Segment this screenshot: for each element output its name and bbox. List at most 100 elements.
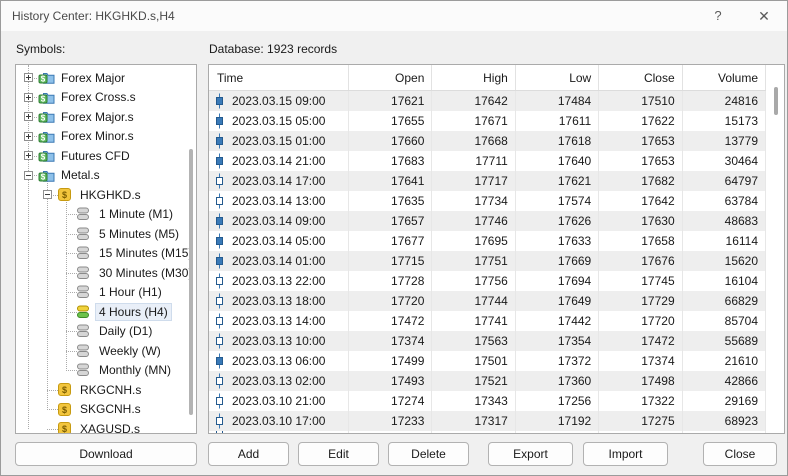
cell-high: 17501 — [432, 351, 515, 371]
export-button[interactable]: Export — [488, 442, 573, 466]
expand-icon[interactable] — [24, 93, 33, 102]
window-title: History Center: HKGHKD.s,H4 — [12, 9, 175, 23]
column-header-volume[interactable]: Volume — [683, 65, 766, 90]
cell-close: 17720 — [599, 311, 682, 331]
column-header-time[interactable]: Time — [209, 65, 349, 90]
cell-time: 2023.03.13 06:00 — [209, 351, 349, 371]
cell-volume: 29169 — [683, 391, 766, 411]
cell-volume: 21610 — [683, 351, 766, 371]
symbols-label: Symbols: — [16, 42, 65, 56]
table-row[interactable]: 2023.03.13 14:00174721774117442177208570… — [209, 311, 766, 331]
expand-icon[interactable] — [24, 151, 33, 160]
cell-high: 17521 — [432, 371, 515, 391]
expand-icon[interactable] — [24, 132, 33, 141]
cell-close: 17472 — [599, 331, 682, 351]
cell-empty — [432, 431, 515, 433]
column-header-open[interactable]: Open — [349, 65, 432, 90]
cell-low: 17354 — [516, 331, 599, 351]
close-button[interactable]: Close — [703, 442, 777, 466]
tree-item-monthly-mn[interactable]: Monthly (MN) — [16, 361, 188, 381]
expand-icon[interactable] — [24, 112, 33, 121]
edit-button[interactable]: Edit — [298, 442, 379, 466]
time-value: 2023.03.14 01:00 — [232, 254, 325, 268]
tree-item-1-minute-m1[interactable]: 1 Minute (M1) — [16, 205, 188, 225]
table-row[interactable]: 2023.03.14 13:00176351773417574176426378… — [209, 191, 766, 211]
cell-volume: 55689 — [683, 331, 766, 351]
tree-item-5-minutes-m5[interactable]: 5 Minutes (M5) — [16, 224, 188, 244]
candle-bear-icon — [214, 233, 229, 249]
cell-open: 17657 — [349, 211, 432, 231]
cell-close: 17658 — [599, 231, 682, 251]
time-value: 2023.03.13 18:00 — [232, 294, 325, 308]
cell-high: 17741 — [432, 311, 515, 331]
cell-close: 17676 — [599, 251, 682, 271]
tree-item-30-minutes-m30[interactable]: 30 Minutes (M30) — [16, 263, 188, 283]
database-icon — [76, 324, 93, 339]
import-button[interactable]: Import — [583, 442, 668, 466]
tree-item-1-hour-h1[interactable]: 1 Hour (H1) — [16, 283, 188, 303]
table-row[interactable]: 2023.03.15 05:00176551767117611176221517… — [209, 111, 766, 131]
candle-bull-icon — [214, 293, 229, 309]
tree-item-daily-d1[interactable]: Daily (D1) — [16, 322, 188, 342]
collapse-icon[interactable] — [24, 171, 33, 180]
tree-item-rkgcnh-s[interactable]: $ RKGCNH.s — [16, 380, 188, 400]
cell-close: 17642 — [599, 191, 682, 211]
table-row[interactable]: 2023.03.13 18:00177201774417649177296682… — [209, 291, 766, 311]
tree-item-hkghkd-s[interactable]: $ HKGHKD.s — [16, 185, 188, 205]
delete-button[interactable]: Delete — [388, 442, 469, 466]
tree-item-forex-minor-s[interactable]: $ Forex Minor.s — [16, 127, 188, 147]
help-icon[interactable]: ? — [707, 6, 729, 26]
table-row[interactable]: 2023.03.15 01:00176601766817618176531377… — [209, 131, 766, 151]
collapse-icon[interactable] — [43, 190, 52, 199]
cell-volume: 15620 — [683, 251, 766, 271]
tree-item-label: 5 Minutes (M5) — [96, 226, 182, 242]
download-button[interactable]: Download — [15, 442, 197, 466]
cell-open: 17621 — [349, 91, 432, 111]
table-row[interactable]: 2023.03.14 05:00176771769517633176581611… — [209, 231, 766, 251]
table-row[interactable]: 2023.03.10 17:00172331731717192172756892… — [209, 411, 766, 431]
time-value: 2023.03.10 17:00 — [232, 414, 325, 428]
cell-high: 17671 — [432, 111, 515, 131]
expand-icon[interactable] — [24, 73, 33, 82]
tree-item-forex-major-s[interactable]: $ Forex Major.s — [16, 107, 188, 127]
table-row[interactable]: 2023.03.10 21:00172741734317256173222916… — [209, 391, 766, 411]
tree-item-futures-cfd[interactable]: $ Futures CFD — [16, 146, 188, 166]
table-row[interactable]: 2023.03.13 10:00173741756317354174725568… — [209, 331, 766, 351]
time-value: 2023.03.15 09:00 — [232, 94, 325, 108]
table-row[interactable]: 2023.03.14 09:00176571774617626176304868… — [209, 211, 766, 231]
table-row[interactable]: 2023.03.13 02:00174931752117360174984286… — [209, 371, 766, 391]
candle-bull-icon — [214, 273, 229, 289]
cell-low: 17621 — [516, 171, 599, 191]
column-header-low[interactable]: Low — [516, 65, 599, 90]
time-value: 2023.03.15 05:00 — [232, 114, 325, 128]
cell-low: 17640 — [516, 151, 599, 171]
table-row[interactable]: 2023.03.14 01:00177151775117669176761562… — [209, 251, 766, 271]
table-row[interactable]: 2023.03.13 06:00174991750117372173742161… — [209, 351, 766, 371]
cell-close: 17682 — [599, 171, 682, 191]
table-row[interactable]: 2023.03.14 17:00176411771717621176826479… — [209, 171, 766, 191]
tree-item-skgcnh-s[interactable]: $ SKGCNH.s — [16, 400, 188, 420]
tree-item-forex-major[interactable]: $ Forex Major — [16, 68, 188, 88]
tree-scrollbar[interactable] — [189, 149, 193, 415]
table-scrollbar[interactable] — [774, 87, 778, 115]
cell-close: 17510 — [599, 91, 682, 111]
close-icon[interactable]: ✕ — [753, 6, 775, 26]
table-row[interactable]: 2023.03.15 09:00176211764217484175102481… — [209, 91, 766, 111]
tree-item-4-hours-h4[interactable]: 4 Hours (H4) — [16, 302, 188, 322]
table-row[interactable]: 2023.03.14 21:00176831771117640176533046… — [209, 151, 766, 171]
column-header-high[interactable]: High — [432, 65, 515, 90]
cell-close: 17653 — [599, 151, 682, 171]
tree-item-metal-s[interactable]: $ Metal.s — [16, 166, 188, 186]
table-row[interactable]: 2023.03.13 22:00177281775617694177451610… — [209, 271, 766, 291]
add-button[interactable]: Add — [208, 442, 289, 466]
tree-item-xagusd-s[interactable]: $ XAGUSD.s — [16, 419, 188, 434]
database-icon — [76, 226, 93, 241]
column-header-close[interactable]: Close — [599, 65, 682, 90]
cell-low: 17611 — [516, 111, 599, 131]
svg-text:$: $ — [62, 385, 67, 395]
cell-close: 17729 — [599, 291, 682, 311]
cell-time: 2023.03.14 05:00 — [209, 231, 349, 251]
tree-item-weekly-w[interactable]: Weekly (W) — [16, 341, 188, 361]
tree-item-forex-cross-s[interactable]: $ Forex Cross.s — [16, 88, 188, 108]
tree-item-15-minutes-m15[interactable]: 15 Minutes (M15) — [16, 244, 188, 264]
